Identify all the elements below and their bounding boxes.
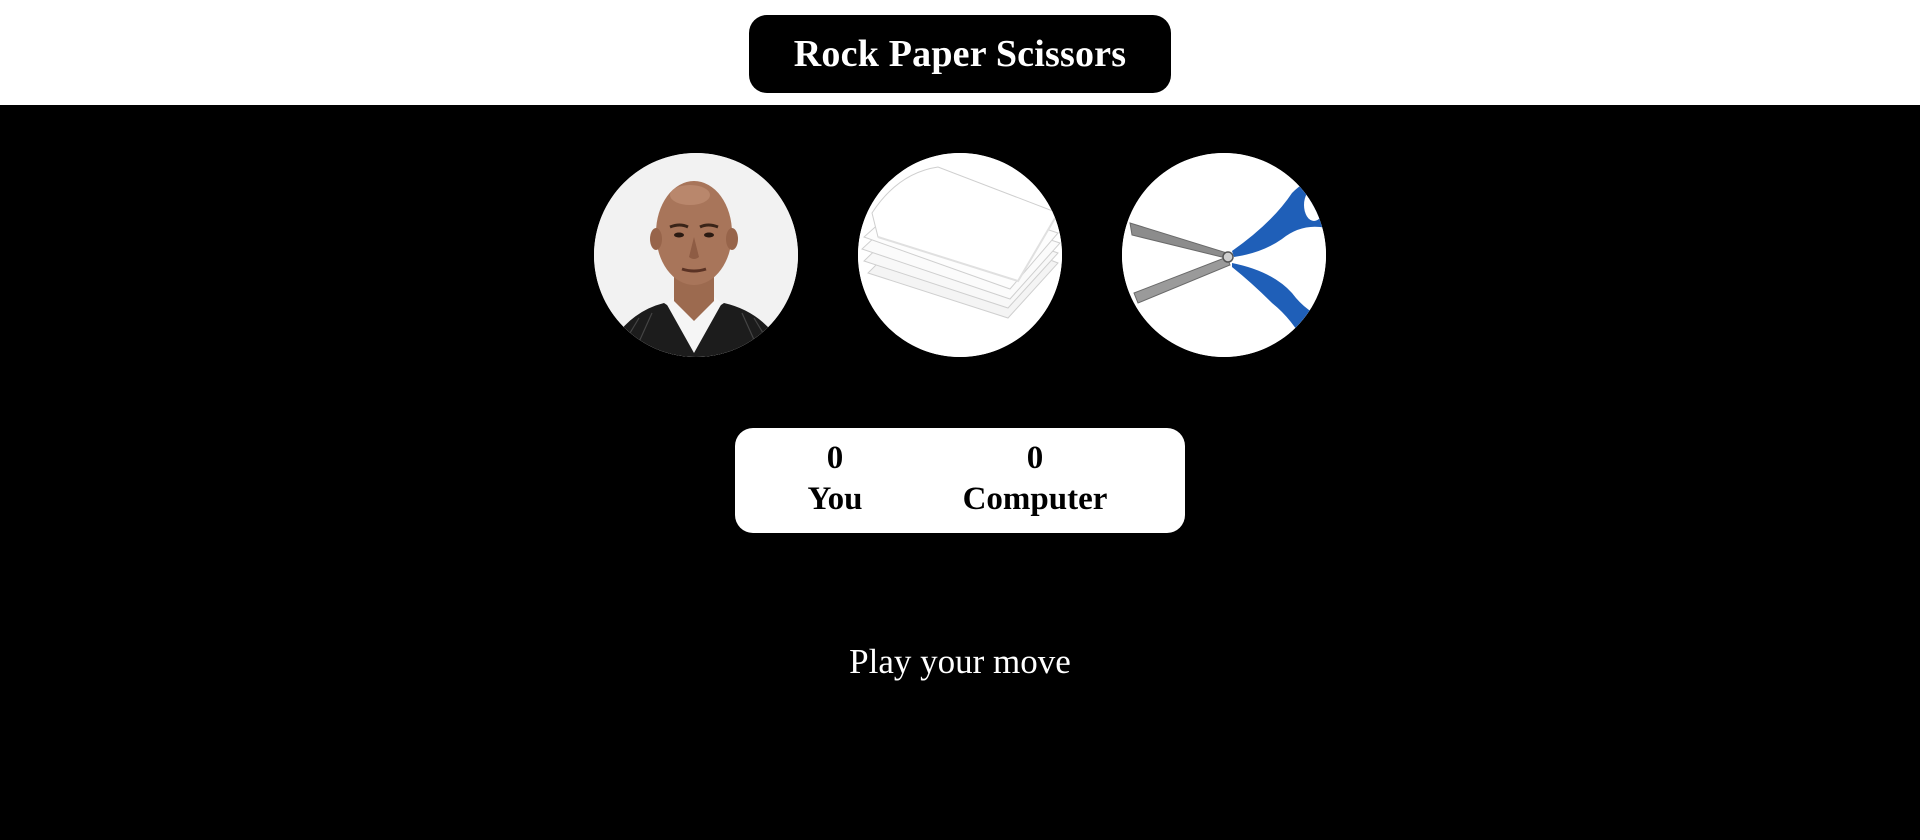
- choice-scissors-button[interactable]: [1122, 153, 1326, 357]
- page-title: Rock Paper Scissors: [793, 33, 1127, 75]
- choice-rock-button[interactable]: [594, 153, 798, 357]
- choice-paper-button[interactable]: [858, 153, 1062, 357]
- status-message: Play your move: [849, 642, 1071, 681]
- computer-score-panel: 0 Computer: [935, 438, 1135, 520]
- user-score-label: You: [807, 481, 863, 517]
- title-pill: Rock Paper Scissors: [749, 15, 1171, 93]
- computer-score: 0: [1026, 440, 1044, 476]
- paper-stack-icon: [858, 153, 1062, 357]
- scoreboard: 0 You 0 Computer: [735, 428, 1185, 533]
- user-score-panel: 0 You: [775, 438, 895, 520]
- computer-score-label: Computer: [962, 481, 1108, 517]
- header-bar: Rock Paper Scissors: [0, 0, 1920, 105]
- scissors-icon: [1122, 153, 1326, 357]
- rock-face-icon: [594, 153, 798, 357]
- user-score: 0: [826, 440, 844, 476]
